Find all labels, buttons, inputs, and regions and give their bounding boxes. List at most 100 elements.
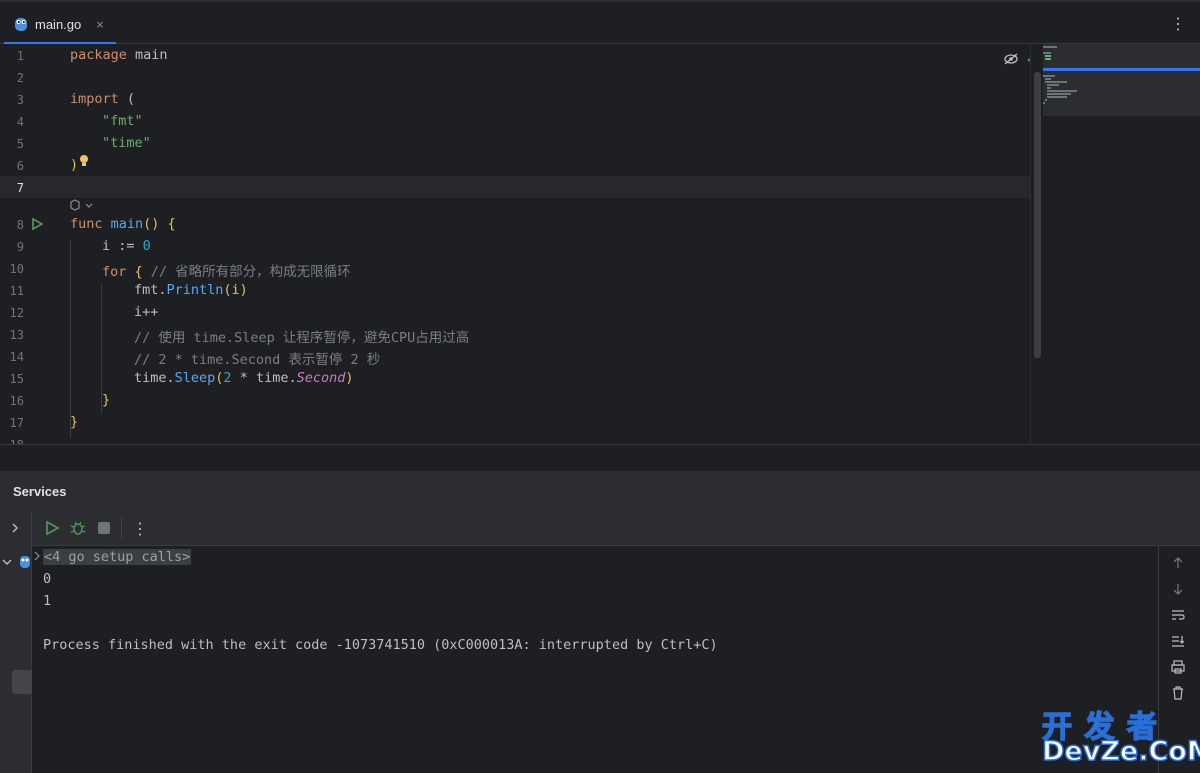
run-icon[interactable] <box>44 520 60 536</box>
minimap-line <box>1047 96 1067 98</box>
tab-title: main.go <box>35 16 82 32</box>
debug-icon[interactable] <box>70 520 86 536</box>
chevron-right-icon[interactable] <box>9 522 21 534</box>
minimap-line <box>1047 90 1077 92</box>
line-number: 7 <box>16 181 24 195</box>
keyword: func <box>70 216 103 232</box>
run-console-output[interactable]: <4 go setup calls> 0 1 Process finished … <box>32 546 1158 773</box>
paren: () { <box>143 216 176 232</box>
minimap-line <box>1045 58 1051 60</box>
keyword: package <box>70 47 127 63</box>
minimap-current-line <box>1043 68 1200 71</box>
trash-icon[interactable] <box>1171 686 1185 700</box>
minimap-line <box>1045 81 1067 83</box>
arrow-down-icon[interactable] <box>1171 582 1185 596</box>
code-line-6: ) <box>70 157 78 173</box>
line-number: 13 <box>9 328 24 342</box>
console-line: 1 <box>43 593 52 609</box>
tab-close-icon[interactable]: × <box>96 17 104 32</box>
print-icon[interactable] <box>1171 660 1185 674</box>
code-line-1: package main <box>70 47 168 63</box>
tree-scroll-thumb[interactable] <box>12 670 32 694</box>
minimap-line <box>1047 93 1071 95</box>
function-call: Println <box>166 282 224 298</box>
minimap-line <box>1043 75 1055 77</box>
minimap-line <box>1045 78 1051 80</box>
line-number: 5 <box>16 137 24 151</box>
current-line-highlight <box>0 176 1030 198</box>
code-line-10: for { // 省略所有部分，构成无限循环 <box>102 260 351 280</box>
services-title: Services <box>13 484 67 499</box>
code-line-8: func main() { <box>70 216 176 232</box>
tab-options-icon[interactable]: ⋮ <box>1170 14 1186 34</box>
minimap-line <box>1043 46 1057 48</box>
code-line-16: } <box>102 392 111 408</box>
code-vision-icon[interactable] <box>69 198 95 212</box>
line-number: 9 <box>16 240 24 254</box>
line-number: 8 <box>16 218 24 232</box>
process-finished-line: Process finished with the exit code -107… <box>43 637 718 653</box>
minimap-viewport[interactable] <box>1043 44 1200 116</box>
code-text: i := <box>102 238 143 254</box>
paren: ) <box>345 370 354 386</box>
line-number: 4 <box>16 115 24 129</box>
string-literal: "fmt" <box>102 113 143 129</box>
minimap-line <box>1045 99 1047 101</box>
services-toolbar: ⋮ <box>32 510 1200 546</box>
minimap-line <box>1047 87 1051 89</box>
code-line-9: i := 0 <box>102 238 151 254</box>
comment: // 省略所有部分，构成无限循环 <box>150 264 351 280</box>
lightbulb-icon[interactable] <box>78 154 90 168</box>
code-line-14: // 2 * time.Second 表示暂停 2 秒 <box>134 352 381 368</box>
package-ref: time. <box>134 370 175 386</box>
paren: ) <box>70 157 79 173</box>
line-number: 14 <box>9 350 24 364</box>
tab-main-go[interactable]: main.go × <box>4 4 116 45</box>
code-text: * time. <box>231 370 297 386</box>
line-number: 15 <box>9 372 24 386</box>
editor-scrollbar-thumb[interactable] <box>1034 72 1041 358</box>
devze-watermark-logo: 开 发 者 DevZe.CoM <box>1040 702 1200 772</box>
code-line-12: i++ <box>134 304 159 320</box>
stop-icon[interactable] <box>97 521 111 535</box>
go-run-config-icon[interactable] <box>19 554 31 570</box>
paren: ( <box>118 91 136 107</box>
paren: { <box>126 264 151 280</box>
code-line-13: // 使用 time.Sleep 让程序暂停，避免CPU占用过高 <box>134 330 470 346</box>
setup-calls-text[interactable]: <4 go setup calls> <box>43 549 192 565</box>
package-ref: fmt. <box>134 282 167 298</box>
code-editor[interactable]: 1 2 3 4 5 6 7 8 9 10 11 12 13 14 15 16 1… <box>0 44 1030 444</box>
paren: (i) <box>223 282 248 298</box>
arrow-up-icon[interactable] <box>1171 556 1185 570</box>
toolbar-more-icon[interactable]: ⋮ <box>132 519 148 539</box>
line-number: 1 <box>16 49 24 63</box>
code-line-15: time.Sleep(2 * time.Second) <box>134 370 354 386</box>
toolbar-separator <box>121 518 122 538</box>
constant: Second <box>296 370 346 386</box>
minimap-line <box>1047 84 1059 86</box>
chevron-down-icon[interactable] <box>1 556 13 568</box>
minimap[interactable] <box>1030 44 1200 444</box>
scroll-to-end-icon[interactable] <box>1171 634 1185 648</box>
services-panel: ⋮ <4 go setup calls> 0 1 Process finishe… <box>0 510 1200 773</box>
run-gutter-icon[interactable] <box>30 217 44 231</box>
minimap-line <box>1045 55 1051 57</box>
string-literal: "time" <box>102 135 151 151</box>
line-number: 6 <box>16 159 24 173</box>
code-line-3: import ( <box>70 91 135 107</box>
minimap-line <box>1043 52 1051 54</box>
keyword: import <box>70 91 119 107</box>
panel-splitter[interactable] <box>0 444 1200 470</box>
line-number: 10 <box>9 262 24 276</box>
reader-mode-icon[interactable] <box>1003 52 1019 66</box>
identifier: main <box>126 47 168 63</box>
chevron-right-icon[interactable] <box>33 551 41 561</box>
go-setup-calls-fold[interactable]: <4 go setup calls> <box>43 549 192 565</box>
code-line-11: fmt.Println(i) <box>134 282 248 298</box>
soft-wrap-icon[interactable] <box>1171 608 1185 622</box>
watermark-bottom-text: DevZe.CoM <box>1041 735 1200 768</box>
line-number: 3 <box>16 93 24 107</box>
services-tree <box>0 510 32 773</box>
keyword: for <box>102 264 127 280</box>
line-number: 11 <box>9 284 24 298</box>
